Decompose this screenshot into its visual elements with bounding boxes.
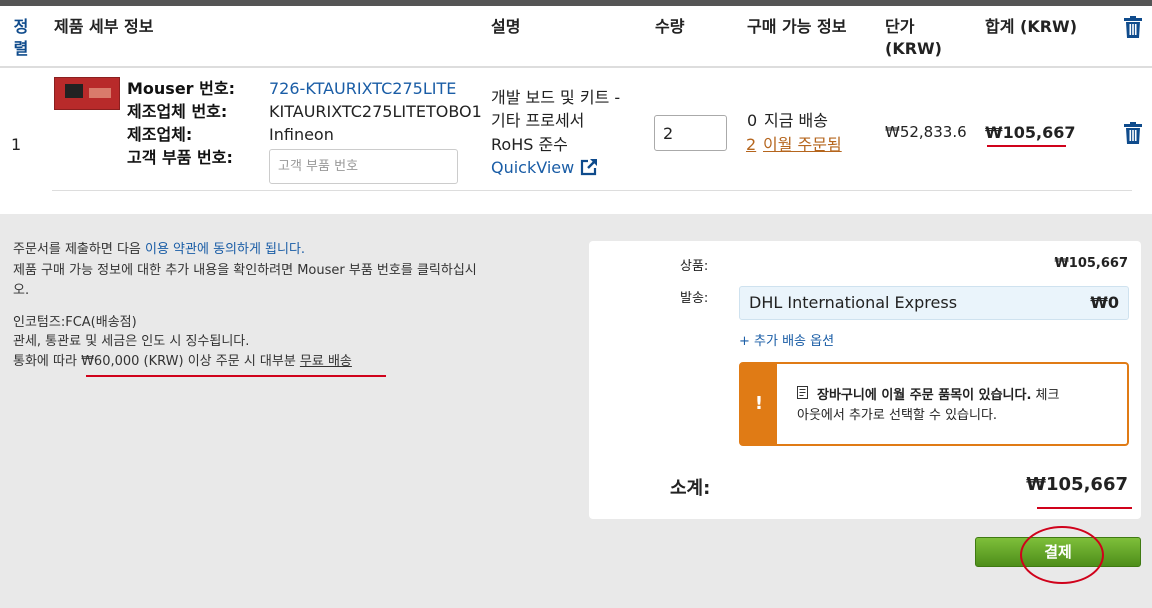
backorder-count-link[interactable]: 2	[746, 133, 756, 156]
shipping-method: DHL International Express	[749, 293, 958, 312]
external-link-icon[interactable]	[580, 158, 598, 176]
backorder-link[interactable]: 이월 주문됨	[763, 133, 842, 156]
terms-text: 주문서를 제출하면 다음	[13, 242, 145, 257]
avail-now-text: 지금 배송	[764, 111, 828, 130]
product-image[interactable]	[54, 77, 120, 110]
unit-price: ₩52,833.6	[885, 123, 967, 141]
header-availability: 구매 가능 정보	[747, 17, 847, 36]
header-unit-price: 단가 (KRW)	[885, 17, 942, 58]
header-details: 제품 세부 정보	[54, 17, 154, 36]
currency-amount: ₩60,000 (KRW) 이상 주문 시 대부분	[81, 354, 300, 369]
subtotal-label: 소계:	[670, 478, 711, 499]
delete-all-icon[interactable]	[1123, 16, 1143, 38]
rohs-status: RoHS 준수	[491, 135, 568, 154]
annotation-underline-total	[987, 145, 1066, 147]
info-line2: 오.	[13, 283, 30, 298]
free-shipping-link[interactable]: 무료 배송	[300, 354, 352, 369]
free-shipping-notice: 통화에 따라 ₩60,000 (KRW) 이상 주문 시 대부분 무료 배송	[13, 352, 352, 372]
customer-part-input[interactable]	[269, 149, 458, 184]
mouser-number-link[interactable]: 726-KTAURIXTC275LITE	[269, 77, 456, 100]
header-sort[interactable]: 정 렬	[11, 16, 31, 60]
items-value: ₩105,667	[1054, 256, 1128, 271]
alert-exclamation-icon: !	[741, 364, 777, 444]
alert-bold: 장바구니에 이월 주문 품목이 있습니다.	[817, 388, 1032, 403]
annotation-underline-subtotal	[1037, 507, 1132, 509]
row-index: 1	[11, 135, 22, 154]
more-shipping-options-link[interactable]: + 추가 배송 옵션	[739, 330, 834, 349]
header-quantity: 수량	[655, 17, 685, 36]
items-label: 상품:	[680, 259, 709, 274]
duties-notice: 관세, 통관료 및 세금은 인도 시 징수됩니다.	[13, 334, 250, 349]
info-line1: 제품 구매 가능 정보에 대한 추가 내용을 확인하려면 Mouser 부품 번…	[13, 263, 477, 278]
quantity-input[interactable]	[654, 115, 727, 151]
header-description: 설명	[491, 17, 521, 36]
mouser-number-label: Mouser 번호:	[127, 79, 235, 98]
row-total: ₩105,667	[985, 123, 1076, 142]
terms-notice: 주문서를 제출하면 다음 이용 약관에 동의하게 됩니다.	[13, 240, 305, 260]
alert-line1: 장바구니에 이월 주문 품목이 있습니다. 체크	[817, 384, 1059, 403]
backorder-alert: ! 장바구니에 이월 주문 품목이 있습니다. 체크 아웃에서 추가로 선택할 …	[739, 362, 1129, 446]
mfr-value: Infineon	[269, 125, 334, 144]
terms-link[interactable]: 이용 약관에 동의하게 됩니다.	[145, 242, 305, 257]
mfr-label: 제조업체:	[127, 125, 193, 144]
mfr-part-value: KITAURIXTC275LITETOBO1	[269, 102, 482, 121]
alert-line2: 아웃에서 추가로 선택할 수 있습니다.	[797, 408, 998, 423]
alert-rest1: 체크	[1031, 388, 1060, 403]
annotation-circle-checkout	[1020, 526, 1104, 584]
incoterms: 인코텀즈:FCA(배송점)	[13, 315, 137, 330]
shipping-cost: ₩0	[1090, 293, 1119, 312]
description-line1: 개발 보드 및 키트 -	[491, 88, 621, 107]
subtotal-value: ₩105,667	[1026, 474, 1128, 495]
cart-document-icon	[797, 386, 808, 399]
header-total: 합계 (KRW)	[985, 17, 1078, 36]
mfr-part-label: 제조업체 번호:	[127, 102, 228, 121]
shipping-label: 발송:	[680, 291, 709, 306]
delete-row-icon[interactable]	[1123, 122, 1143, 144]
avail-now-count: 0	[747, 111, 758, 130]
row-separator	[52, 190, 1132, 191]
annotation-underline-free-shipping	[86, 375, 386, 377]
shipping-method-select[interactable]: DHL International Express ₩0	[739, 286, 1129, 320]
quickview-link[interactable]: QuickView	[491, 156, 574, 179]
cust-part-label: 고객 부품 번호:	[127, 148, 233, 167]
header-separator	[0, 66, 1152, 68]
currency-pre: 통화에 따라	[13, 354, 82, 369]
description-line2: 기타 프로세서	[491, 111, 585, 130]
